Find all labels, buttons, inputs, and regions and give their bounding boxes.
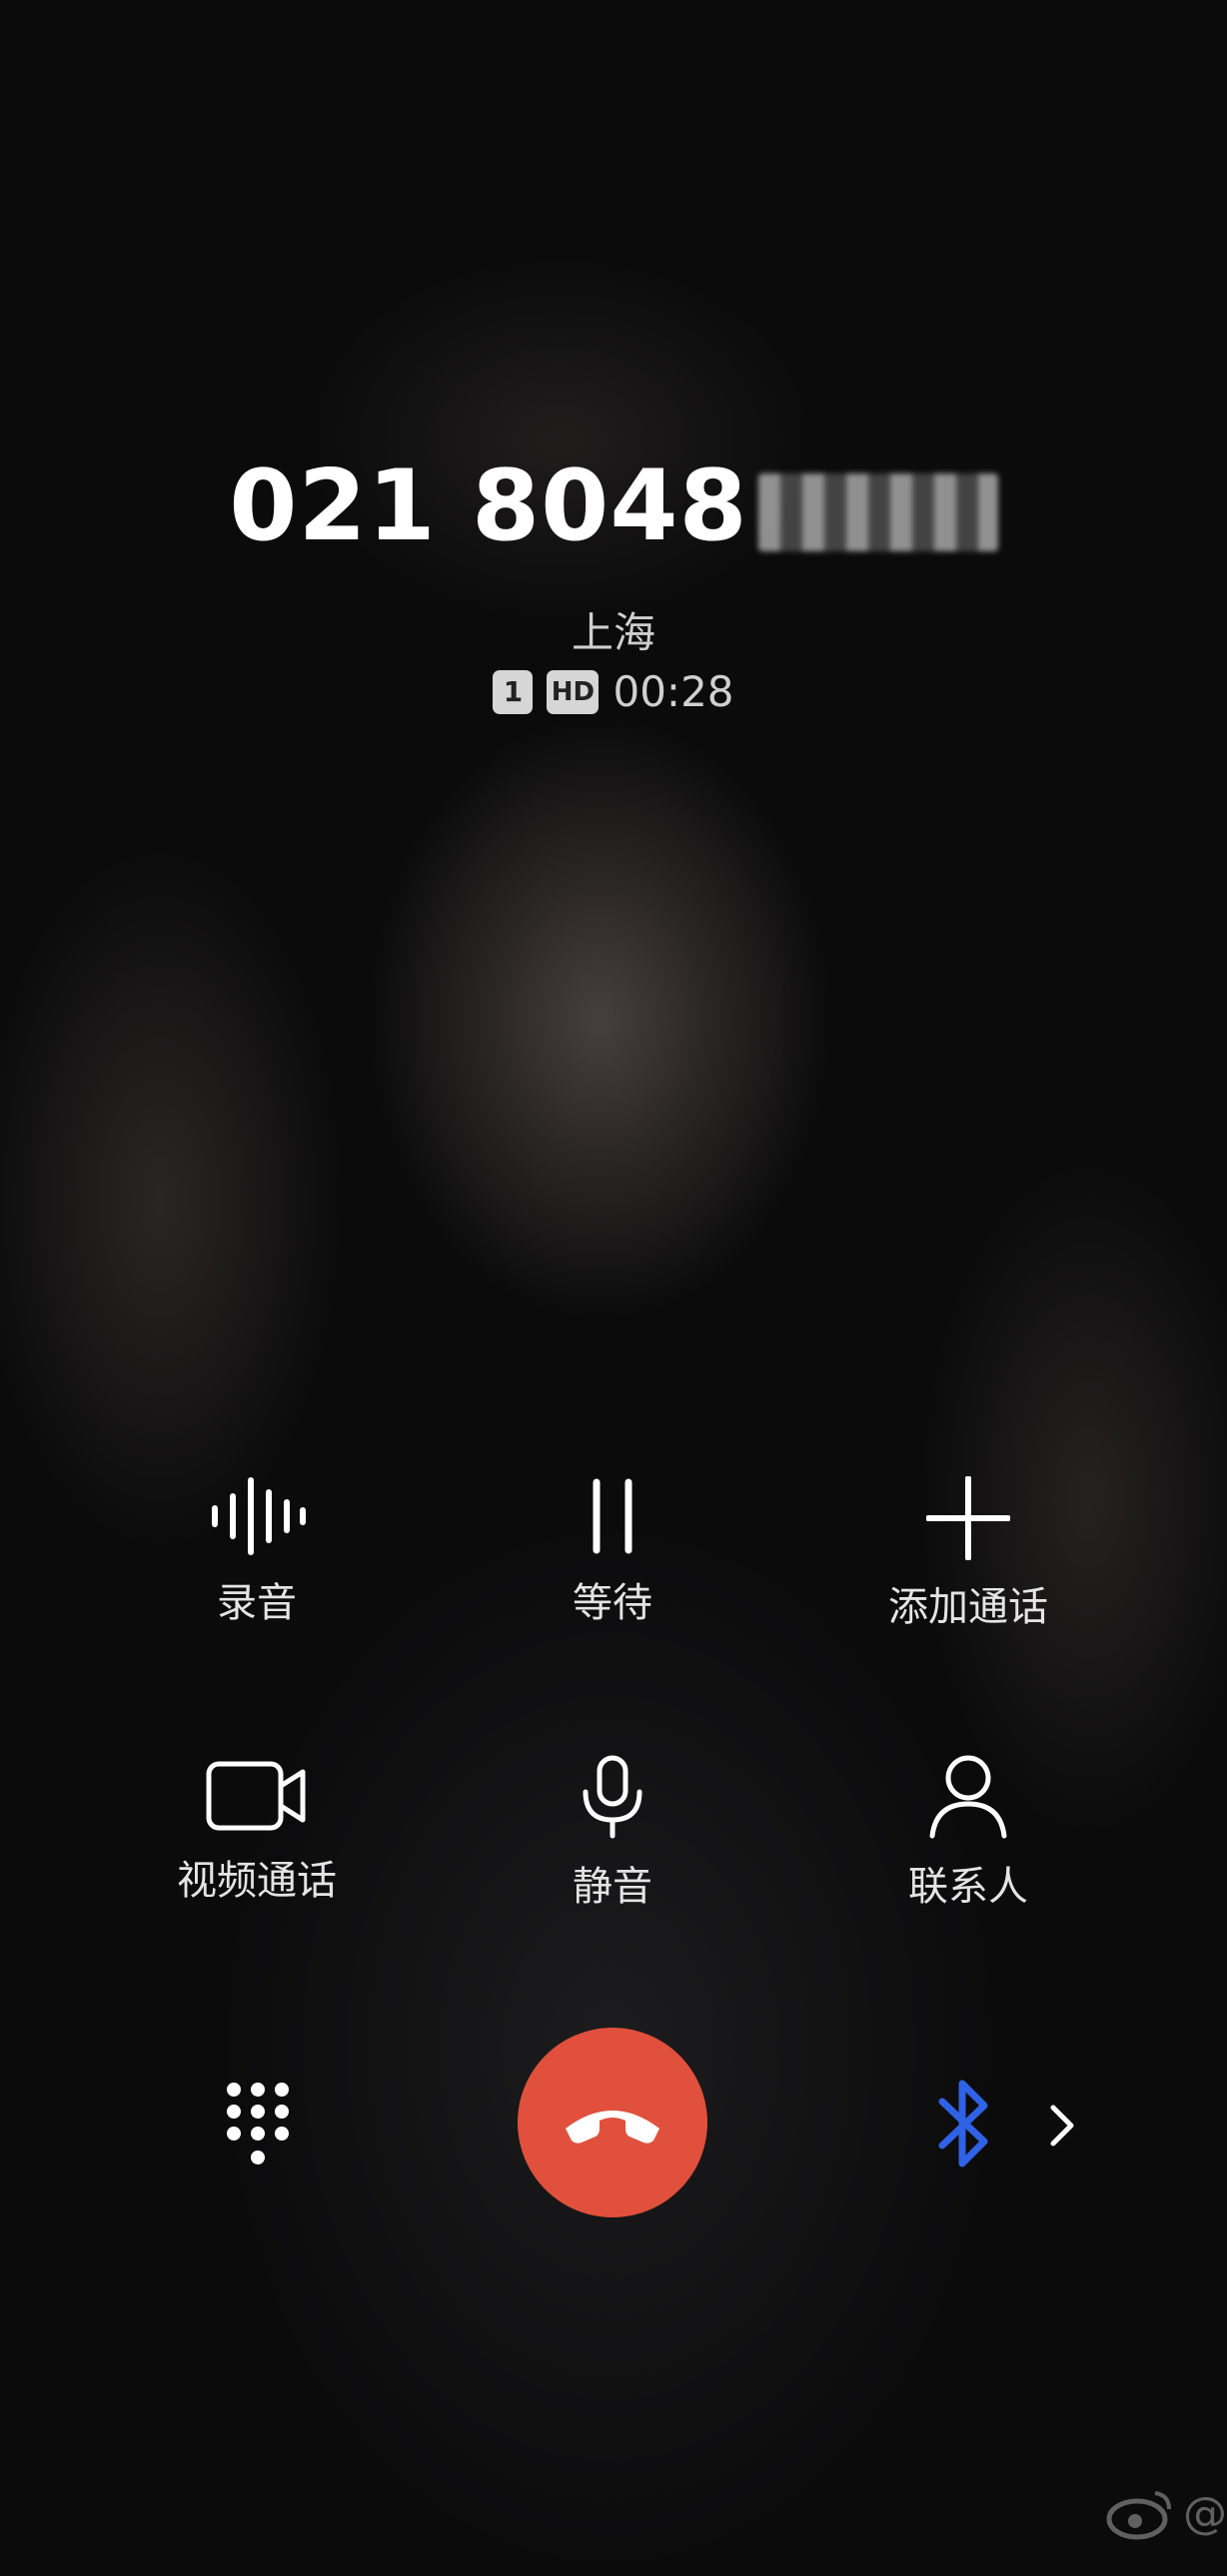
- mute-label: 静音: [573, 1864, 652, 1910]
- call-duration: 00:28: [613, 667, 734, 716]
- record-waveform-icon: [212, 1477, 306, 1555]
- caller-location: 上海: [571, 608, 655, 657]
- redacted-digits: [757, 473, 998, 552]
- bluetooth-icon: [938, 2080, 988, 2167]
- weibo-logo-icon: [1106, 2491, 1171, 2540]
- record-button[interactable]: 录音: [107, 1476, 407, 1628]
- contacts-label: 联系人: [908, 1864, 1028, 1910]
- phone-number: 021 8048: [0, 449, 1227, 563]
- contacts-button[interactable]: 联系人: [818, 1754, 1118, 1912]
- mute-button[interactable]: 静音: [463, 1754, 762, 1912]
- pause-icon: [593, 1478, 632, 1554]
- audio-output-chevron[interactable]: [1047, 2104, 1077, 2151]
- video-call-label: 视频通话: [177, 1858, 337, 1904]
- add-call-label: 添加通话: [888, 1584, 1048, 1630]
- chevron-right-icon: [1050, 2105, 1074, 2147]
- watermark: @: [1105, 2485, 1227, 2541]
- hold-label: 等待: [573, 1580, 652, 1626]
- end-call-button[interactable]: [518, 2028, 707, 2217]
- hold-button[interactable]: 等待: [463, 1476, 762, 1628]
- sim-slot-badge: 1: [493, 669, 534, 714]
- audio-output-button[interactable]: [934, 2076, 994, 2175]
- add-call-button[interactable]: 添加通话: [818, 1476, 1118, 1632]
- person-icon: [929, 1755, 1007, 1839]
- video-camera-icon: [206, 1761, 306, 1831]
- record-label: 录音: [217, 1580, 297, 1626]
- plus-icon: [926, 1476, 1010, 1560]
- watermark-text: @: [1183, 2487, 1227, 2539]
- keypad-icon: [227, 2083, 289, 2164]
- microphone-icon: [583, 1755, 642, 1839]
- phone-number-text: 021 8048: [229, 449, 748, 563]
- hd-badge: HD: [547, 669, 600, 714]
- video-call-button[interactable]: 视频通话: [107, 1758, 407, 1906]
- end-call-icon: [566, 2111, 659, 2144]
- dialpad-button[interactable]: [222, 2080, 294, 2171]
- call-status-row: 1 HD 00:28: [0, 667, 1227, 716]
